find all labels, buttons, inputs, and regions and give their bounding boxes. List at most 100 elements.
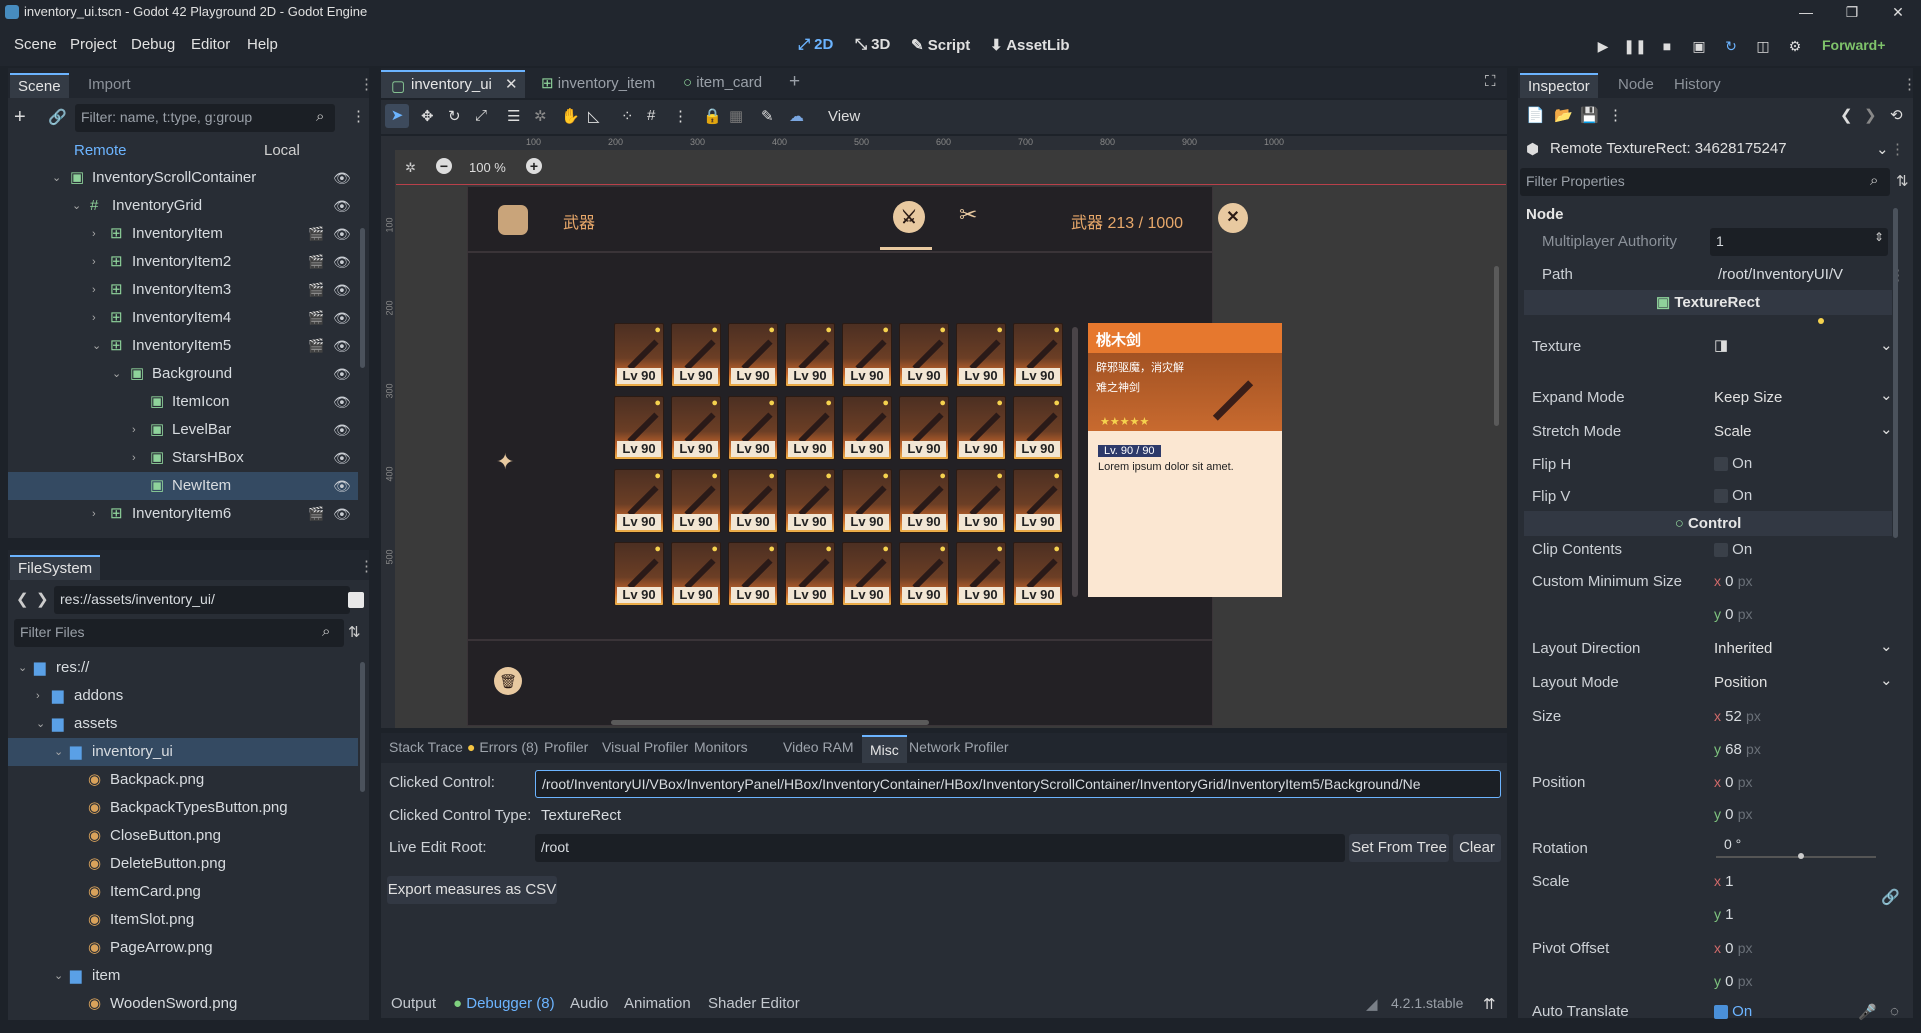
scene-tree-item[interactable]: ⌄ # InventoryGrid 👁 [8,192,358,220]
view-menu[interactable]: View [828,108,860,125]
open-scene-icon[interactable]: 🎬 [308,332,324,360]
menu-help[interactable]: Help [247,36,278,53]
custom-min-x[interactable]: x 0 px [1714,573,1752,590]
inventory-slot[interactable]: ● Lv 90 [785,542,835,605]
file-tree-item[interactable]: ◉ ItemSlot.png [8,906,358,934]
resource-menu-icon[interactable]: ⋮ [1608,106,1623,124]
scene-tree-scrollbar[interactable] [360,228,365,368]
inventory-slot[interactable]: ● Lv 90 [785,396,835,460]
reload-icon[interactable]: ↻ [1718,33,1744,59]
open-scene-icon[interactable]: 🎬 [308,276,324,304]
visibility-icon[interactable]: 👁 [333,192,351,220]
clip-contents-checkbox[interactable]: On [1714,541,1752,558]
new-resource-icon[interactable]: 📄 [1526,106,1545,124]
smart-snap-icon[interactable]: ⁘ [621,107,634,125]
scene-tree-item[interactable]: ⌄ ▣ Background 👁 [8,360,358,388]
add-tab-icon[interactable]: + [789,71,800,93]
layoutdir-chevron-icon[interactable]: ⌄ [1880,637,1893,655]
inventory-slot[interactable]: ● Lv 90 [956,323,1006,387]
set-from-tree-button[interactable]: Set From Tree [1349,834,1449,862]
object-selector[interactable]: ⬢ Remote TextureRect: 34628175247 ⌄ [1524,136,1892,162]
local-tab[interactable]: Local [264,142,300,159]
mp-authority-field[interactable]: 1 [1710,228,1888,256]
layoutmode-chevron-icon[interactable]: ⌄ [1880,671,1893,689]
canvas-viewport[interactable]: 100 200 300 400 500 600 700 800 900 1000 100 200 30… [381,136,1507,728]
tab-inventory-ui[interactable]: ▢ inventory_ui ✕ [381,70,525,98]
grid-snap-icon[interactable]: # [647,107,655,124]
menu-scene[interactable]: Scene [14,36,57,53]
inspector-filter-input[interactable]: Filter Properties [1520,168,1890,196]
inventory-slot[interactable]: ● Lv 90 [785,323,835,387]
expand-arrow-icon[interactable]: › [92,500,96,528]
texturerect-section[interactable]: ▣ TextureRect [1524,290,1892,315]
file-tree-item[interactable]: ◉ DeleteButton.png [8,850,358,878]
debugger-tab[interactable]: Stack Trace [389,739,463,755]
control-section[interactable]: ○ Control [1524,511,1892,536]
tab-audio[interactable]: Audio [570,995,608,1012]
scene-tree-item[interactable]: › ⊞ InventoryItem6 🎬 👁 [8,500,358,528]
scene-tree-item[interactable]: ⌄ ⊞ InventoryItem5 🎬 👁 [8,332,358,360]
file-tree-item[interactable]: ◉ Backpack.png [8,766,358,794]
auto-translate-checkbox[interactable]: On [1714,1003,1752,1020]
file-tree-item[interactable]: ◉ PageArrow.png [8,934,358,962]
inventory-slot[interactable]: ● Lv 90 [614,469,664,533]
fs-menu-icon[interactable]: ⋮ [359,557,374,575]
inventory-slot[interactable]: ● Lv 90 [1013,396,1063,460]
inventory-slot[interactable]: ● Lv 90 [842,323,892,387]
file-tree-item[interactable]: › ▆ addons [8,682,358,710]
mode-assetlib-button[interactable]: ⬇ AssetLib [990,36,1070,54]
inventory-slot[interactable]: ● Lv 90 [1013,542,1063,605]
inventory-slot[interactable]: ● Lv 90 [899,469,949,533]
pivot-x[interactable]: x 0 px [1714,940,1752,957]
folder-arrow-icon[interactable]: › [36,682,40,710]
expand-arrow-icon[interactable]: ⌄ [72,192,81,220]
scale-y[interactable]: y 1 [1714,906,1734,923]
history-back-icon[interactable]: ❮ [1840,106,1853,124]
menu-project[interactable]: Project [70,36,117,53]
flip-h-checkbox[interactable]: On [1714,455,1752,472]
rotation-value[interactable]: 0 ° [1724,836,1741,852]
expand-arrow-icon[interactable]: ⌄ [112,360,121,388]
debugger-tab[interactable]: Monitors [694,739,748,755]
expand-panel-icon[interactable]: ⇈ [1483,995,1496,1013]
debugger-tab[interactable]: Network Profiler [909,739,1009,755]
link-scale-icon[interactable]: 🔗 [1881,888,1900,906]
scale-tool-icon[interactable]: ⤢ [475,107,487,124]
backpack-icon[interactable] [498,205,528,235]
tools-category-icon[interactable]: ✂ [959,202,977,228]
debugger-tab[interactable]: Profiler [544,739,588,755]
tab-debugger[interactable]: ● Debugger (8) [453,995,555,1012]
expand-arrow-icon[interactable]: ⌄ [52,164,61,192]
file-tree-item[interactable]: ◉ WoodenSword.png [8,990,358,1014]
expand-chevron-icon[interactable]: ⌄ [1880,386,1893,404]
debugger-tab[interactable]: ● Errors (8) [467,739,538,755]
filter-options-icon[interactable]: ⇅ [1896,172,1909,190]
viewport-vscrollbar[interactable] [1494,266,1499,426]
microphone-icon[interactable]: 🎤 [1858,1003,1877,1021]
inventory-slot[interactable]: ● Lv 90 [614,542,664,605]
tab-filesystem[interactable]: FileSystem [10,555,101,580]
list-tool-icon[interactable]: ☰ [507,107,520,125]
size-x[interactable]: x 52 px [1714,708,1761,725]
layout-direction-select[interactable]: Inherited [1714,640,1772,657]
remote-tab[interactable]: Remote [74,142,127,159]
bone-icon[interactable]: ✎ [761,107,774,125]
scale-x[interactable]: x 1 [1714,873,1734,890]
size-y[interactable]: y 68 px [1714,741,1761,758]
center-view-icon[interactable]: ✲ [405,160,416,176]
zoom-in-icon[interactable]: + [526,158,542,174]
lock-icon[interactable]: 🔒 [703,107,722,125]
save-resource-icon[interactable]: 💾 [1580,106,1599,124]
folder-arrow-icon[interactable]: ⌄ [18,654,27,682]
tab-import[interactable]: Import [80,73,139,98]
tab-history[interactable]: History [1666,73,1729,98]
export-csv-button[interactable]: Export measures as CSV [387,876,557,904]
object-options-icon[interactable]: ⋮ [1890,140,1905,158]
position-x[interactable]: x 0 px [1714,774,1752,791]
rotate-tool-icon[interactable]: ↻ [448,107,461,125]
scene-tree-item[interactable]: › ⊞ InventoryItem3 🎬 👁 [8,276,358,304]
close-icon[interactable]: ✕ [1875,0,1921,24]
menu-editor[interactable]: Editor [191,36,230,53]
visibility-icon[interactable]: 👁 [333,444,351,472]
stretch-mode-select[interactable]: Scale [1714,423,1752,440]
